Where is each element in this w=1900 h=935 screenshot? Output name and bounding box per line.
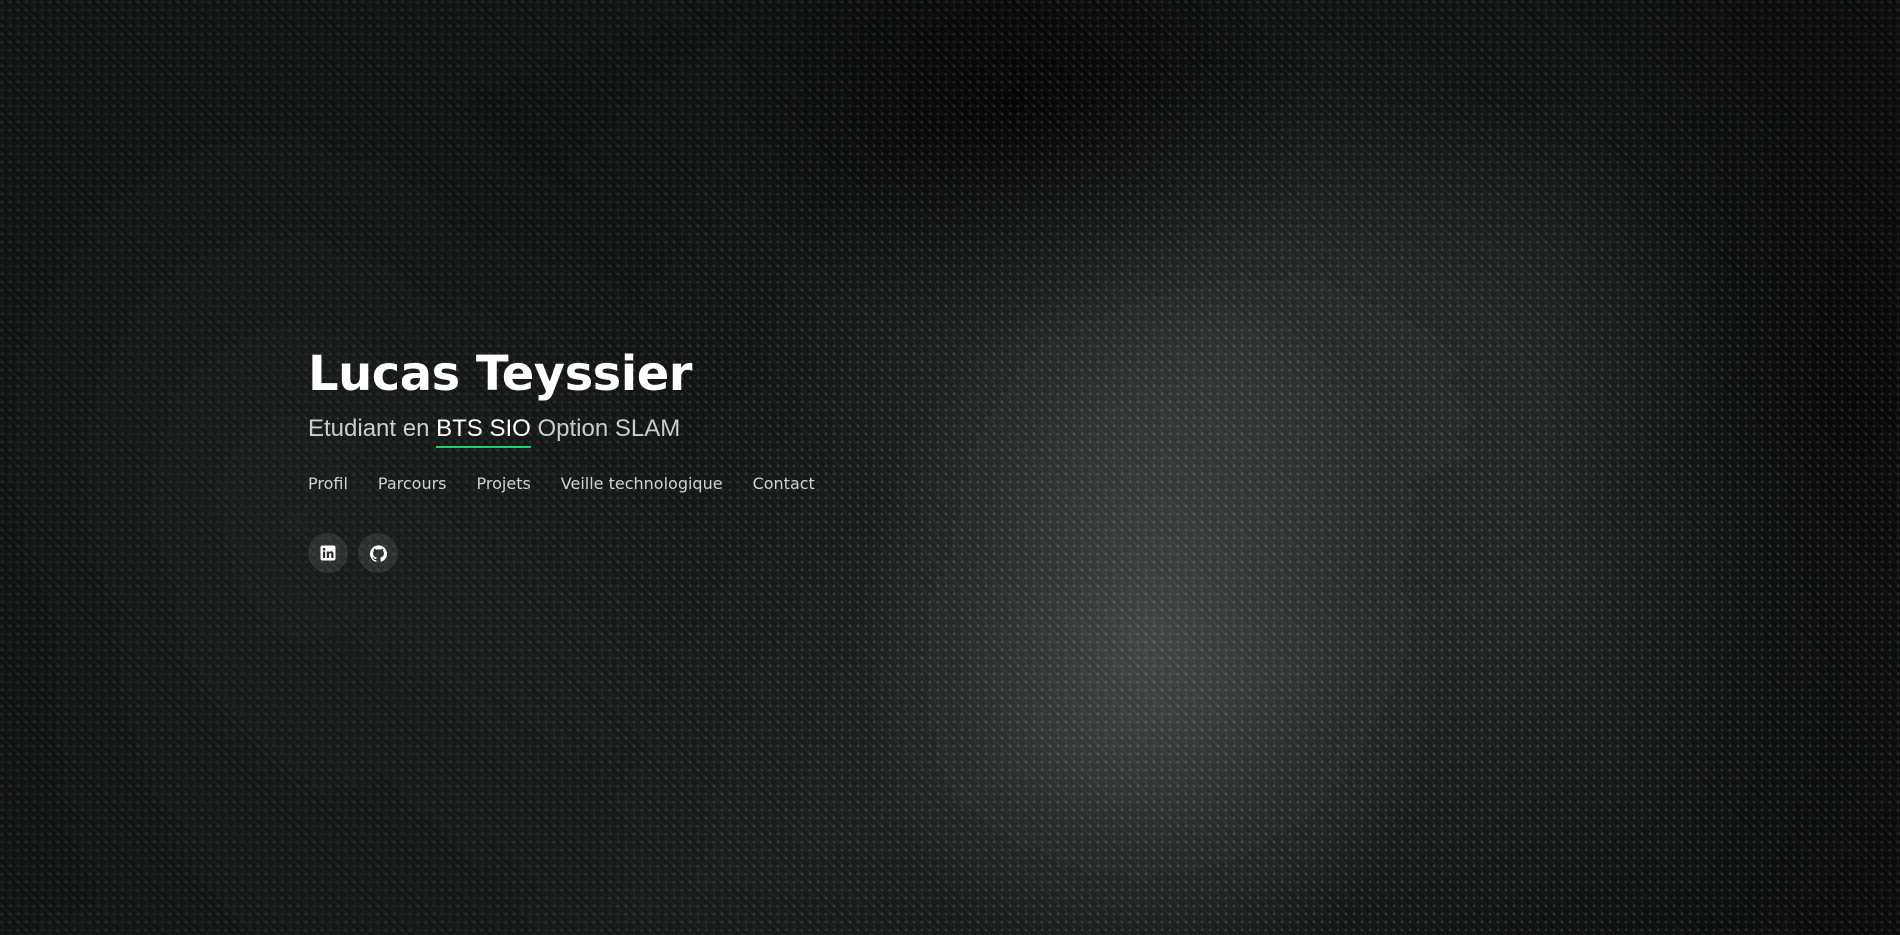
nav-item-projets[interactable]: Projets xyxy=(477,473,531,495)
social-links xyxy=(308,533,1208,573)
github-icon xyxy=(369,544,387,562)
nav-item-veille-technologique[interactable]: Veille technologique xyxy=(561,473,723,495)
linkedin-icon xyxy=(320,545,336,561)
subtitle-highlight: BTS SIO xyxy=(436,415,531,448)
hero-subtitle: Etudiant en BTS SIO Option SLAM xyxy=(308,413,1208,448)
nav-item-contact[interactable]: Contact xyxy=(753,473,815,495)
hero-name: Lucas Teyssier xyxy=(308,346,692,402)
github-link[interactable] xyxy=(358,533,398,573)
hero-section: Lucas Teyssier Etudiant en BTS SIO Optio… xyxy=(0,0,1900,935)
nav-item-profil[interactable]: Profil xyxy=(308,473,348,495)
subtitle-suffix: Option SLAM xyxy=(530,415,681,442)
nav-item-parcours[interactable]: Parcours xyxy=(378,473,447,495)
subtitle-prefix: Etudiant en xyxy=(308,415,437,442)
hero-content: Lucas Teyssier Etudiant en BTS SIO Optio… xyxy=(308,345,1208,573)
main-nav: Profil Parcours Projets Veille technolog… xyxy=(308,473,1208,495)
linkedin-link[interactable] xyxy=(308,533,348,573)
